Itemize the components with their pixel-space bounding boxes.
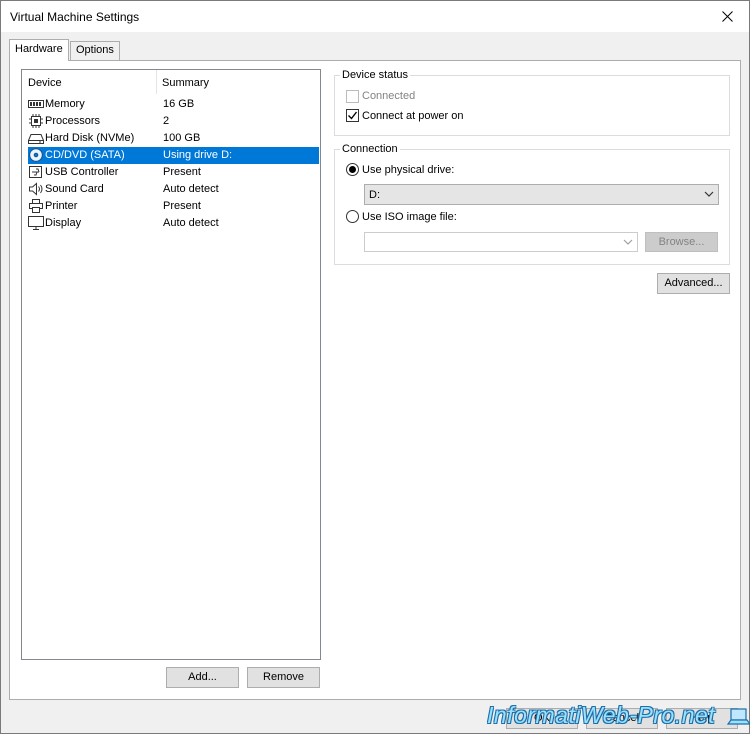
- device-name: Display: [45, 217, 82, 229]
- use-physical-drive-radio[interactable]: [346, 163, 359, 176]
- device-name: Printer: [45, 200, 78, 212]
- close-icon: [721, 10, 733, 22]
- use-iso-label: Use ISO image file:: [362, 211, 457, 223]
- device-list[interactable]: Device Summary Memory 16 GB Processors 2: [21, 69, 321, 660]
- processor-icon: [29, 114, 43, 128]
- list-item-sound-card[interactable]: Sound Card Auto detect: [28, 181, 319, 198]
- device-name: Memory: [45, 98, 85, 110]
- list-item-processors[interactable]: Processors 2: [28, 113, 319, 130]
- list-item-hard-disk[interactable]: Hard Disk (NVMe) 100 GB: [28, 130, 319, 147]
- use-iso-radio[interactable]: [346, 210, 359, 223]
- add-device-button[interactable]: Add...: [166, 667, 239, 688]
- connected-label: Connected: [362, 90, 416, 102]
- device-name: Processors: [45, 115, 101, 127]
- connection-title: Connection: [340, 143, 400, 155]
- list-item-usb-controller[interactable]: USB Controller Present: [28, 164, 319, 181]
- monitor-icon: [28, 216, 44, 230]
- laptop-icon: [727, 708, 750, 725]
- device-name: Sound Card: [45, 183, 104, 195]
- title-bar: Virtual Machine Settings: [1, 1, 749, 32]
- hard-disk-icon: [28, 134, 44, 144]
- cd-dvd-icon: [29, 148, 43, 162]
- device-summary: Auto detect: [163, 217, 219, 229]
- speaker-icon: [29, 182, 43, 196]
- device-summary: Auto detect: [163, 183, 219, 195]
- usb-icon: [29, 166, 42, 178]
- tab-options[interactable]: Options: [70, 41, 120, 60]
- advanced-label: Advanced...: [664, 277, 723, 289]
- memory-icon: [28, 100, 44, 108]
- connected-checkbox[interactable]: [346, 90, 359, 103]
- connect-at-power-on-label: Connect at power on: [362, 110, 464, 122]
- use-physical-drive-label: Use physical drive:: [362, 164, 455, 176]
- remove-device-button[interactable]: Remove: [247, 667, 320, 688]
- list-item-display[interactable]: Display Auto detect: [28, 215, 319, 232]
- list-item-cd-dvd[interactable]: CD/DVD (SATA) Using drive D:: [28, 147, 319, 164]
- device-summary: Present: [163, 166, 201, 178]
- device-summary: Present: [163, 200, 201, 212]
- vm-settings-window: Virtual Machine Settings Hardware Option…: [0, 0, 750, 734]
- chevron-down-icon: [623, 239, 633, 245]
- window-title: Virtual Machine Settings: [10, 10, 140, 24]
- column-separator[interactable]: [156, 70, 157, 94]
- device-summary: Using drive D:: [163, 149, 233, 161]
- device-status-title: Device status: [340, 69, 411, 81]
- physical-drive-select[interactable]: D:: [364, 184, 719, 205]
- printer-icon: [29, 199, 43, 213]
- advanced-button[interactable]: Advanced...: [657, 273, 730, 294]
- checkmark-icon: [348, 111, 358, 120]
- device-status-group: [334, 75, 730, 136]
- close-button[interactable]: [705, 1, 749, 31]
- list-item-printer[interactable]: Printer Present: [28, 198, 319, 215]
- browse-label: Browse...: [658, 235, 705, 248]
- browse-button[interactable]: Browse...: [645, 232, 718, 252]
- iso-file-combo[interactable]: [364, 232, 638, 252]
- device-summary: 16 GB: [163, 98, 195, 110]
- physical-drive-value: D:: [369, 189, 380, 201]
- column-header-summary[interactable]: Summary: [162, 77, 209, 89]
- list-header: Device Summary: [22, 70, 320, 96]
- connect-at-power-on-checkbox[interactable]: [346, 109, 359, 122]
- list-item-memory[interactable]: Memory 16 GB: [28, 96, 319, 113]
- chevron-down-icon: [704, 191, 714, 197]
- device-name: Hard Disk (NVMe): [45, 132, 135, 144]
- tab-hardware[interactable]: Hardware: [9, 39, 69, 61]
- add-device-label: Add...: [188, 671, 217, 683]
- device-name: CD/DVD (SATA): [45, 149, 125, 161]
- remove-device-label: Remove: [263, 671, 304, 683]
- device-name: USB Controller: [45, 166, 119, 178]
- watermark: InformatiWeb-Pro.net: [487, 702, 716, 728]
- column-header-device[interactable]: Device: [28, 77, 62, 89]
- device-summary: 100 GB: [163, 132, 201, 144]
- device-summary: 2: [163, 115, 170, 127]
